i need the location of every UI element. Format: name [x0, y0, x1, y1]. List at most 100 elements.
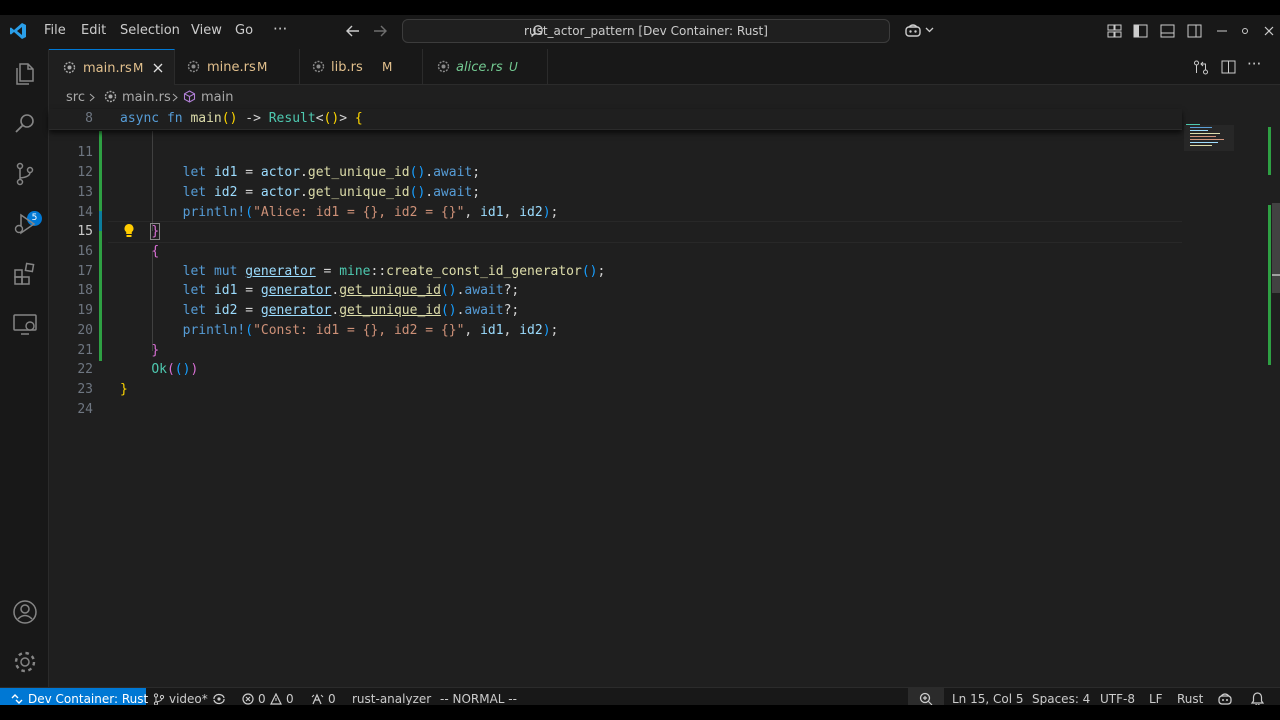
code-line: } [151, 343, 160, 358]
rust-file-icon [104, 90, 117, 103]
warning-icon[interactable] [270, 693, 282, 705]
tab-lib-rs[interactable]: lib.rs M [300, 49, 423, 84]
ports-icon[interactable] [311, 693, 324, 705]
zoom-indicator[interactable] [908, 688, 944, 705]
code-line: let id2 = actor.get_unique_id().await; [182, 185, 481, 200]
toggle-secondary-sidebar-icon[interactable] [1187, 24, 1202, 38]
code-line: println!("Alice: id1 = {}, id2 = {}", id… [182, 205, 559, 220]
tab-alice-rs[interactable]: alice.rs U [423, 49, 548, 84]
code-line: let id1 = generator.get_unique_id().awai… [182, 283, 520, 298]
sticky-code-line: async fn main() -> Result<()> { [120, 111, 363, 126]
extensions-icon[interactable] [12, 261, 38, 287]
line-number: 8 [85, 111, 93, 126]
more-menu-icon[interactable]: ··· [273, 20, 287, 38]
run-debug-icon[interactable] [12, 211, 38, 237]
back-arrow-icon[interactable] [345, 24, 361, 38]
code-line: } [150, 223, 161, 240]
end-of-line[interactable]: LF [1149, 692, 1163, 705]
ports-count[interactable]: 0 [328, 692, 336, 705]
breadcrumb-file[interactable]: main.rs [122, 90, 171, 105]
branch-icon [153, 693, 165, 705]
code-line: { [151, 244, 160, 259]
gutter-added-marker [99, 231, 102, 361]
tab-mine-rs[interactable]: mine.rs M [175, 49, 300, 84]
activity-bar: 5 [0, 49, 49, 687]
warning-count[interactable]: 0 [286, 692, 294, 705]
modified-flag: M [133, 61, 144, 75]
line-number: 13 [77, 185, 93, 200]
error-icon[interactable] [242, 693, 254, 705]
chevron-down-icon[interactable] [925, 27, 934, 33]
split-editor-icon[interactable] [1221, 60, 1236, 74]
remote-icon [11, 694, 23, 704]
line-number: 14 [77, 205, 93, 220]
rust-file-icon [312, 60, 325, 73]
tab-main-rs[interactable]: main.rs M [49, 49, 175, 85]
minimap[interactable] [1184, 123, 1234, 153]
code-line: } [120, 382, 128, 397]
breadcrumb-folder[interactable]: src [66, 90, 85, 105]
settings-gear-icon[interactable] [12, 649, 38, 675]
explorer-icon[interactable] [12, 61, 38, 87]
code-line: Ok(()) [151, 362, 199, 377]
minimize-icon[interactable] [1217, 30, 1227, 32]
line-number: 21 [77, 343, 93, 358]
branch-label[interactable]: video* [169, 692, 208, 705]
indentation[interactable]: Spaces: 4 [1032, 692, 1090, 705]
copilot-status-icon[interactable] [1217, 692, 1233, 705]
tab-label: main.rs [83, 61, 132, 76]
gutter-overview-marker [1268, 205, 1271, 365]
error-count[interactable]: 0 [258, 692, 266, 705]
rust-file-icon [437, 60, 450, 73]
line-number: 18 [77, 283, 93, 298]
menu-edit[interactable]: Edit [81, 23, 106, 38]
line-number: 24 [77, 402, 93, 417]
menu-go[interactable]: Go [235, 23, 253, 38]
more-actions-icon[interactable]: ··· [1247, 55, 1261, 73]
scrollbar-thumb[interactable] [1272, 203, 1280, 293]
code-line: let id1 = actor.get_unique_id().await; [182, 165, 481, 180]
line-number: 22 [77, 362, 93, 377]
sync-icon[interactable] [212, 693, 226, 705]
editor-scrollbar[interactable] [1265, 109, 1280, 687]
modified-flag: M [382, 60, 393, 74]
command-center[interactable]: rust_actor_pattern [Dev Container: Rust] [402, 19, 890, 43]
code-line: let mut generator = mine::create_const_i… [182, 264, 606, 279]
toggle-primary-sidebar-icon[interactable] [1133, 24, 1148, 38]
chevron-right-icon [89, 93, 95, 102]
remote-explorer-icon[interactable] [12, 311, 38, 337]
menu-file[interactable]: File [44, 23, 66, 38]
title-bar: File Edit Selection View Go ··· rust_act… [0, 15, 1280, 49]
gutter-added-marker [99, 131, 102, 211]
toggle-panel-icon[interactable] [1160, 24, 1175, 38]
menu-view[interactable]: View [191, 23, 222, 38]
restore-icon[interactable] [1241, 27, 1249, 35]
breadcrumb-symbol[interactable]: main [201, 90, 233, 105]
close-icon[interactable] [153, 63, 163, 73]
editor-tabs: main.rs M mine.rs M lib.rs M alice.rs U … [49, 49, 1280, 85]
menu-selection[interactable]: Selection [120, 23, 180, 38]
open-changes-icon[interactable] [1193, 60, 1209, 75]
cursor-position[interactable]: Ln 15, Col 5 [952, 692, 1024, 705]
account-icon[interactable] [12, 599, 38, 625]
untracked-flag: U [509, 60, 518, 74]
line-number: 20 [77, 323, 93, 338]
search-icon[interactable] [12, 111, 38, 137]
customize-layout-icon[interactable] [1107, 24, 1122, 38]
chevron-right-icon [172, 93, 178, 102]
code-editor[interactable]: 8 async fn main() -> Result<()> { 11 12 … [49, 109, 1265, 687]
encoding[interactable]: UTF-8 [1100, 692, 1135, 705]
notifications-bell-icon[interactable] [1251, 692, 1264, 705]
language-mode[interactable]: Rust [1177, 692, 1203, 705]
vscode-window: File Edit Selection View Go ··· rust_act… [0, 15, 1280, 705]
close-window-icon[interactable] [1264, 26, 1274, 36]
tab-label: mine.rs [207, 60, 256, 75]
copilot-icon[interactable] [904, 23, 922, 38]
rust-analyzer-status[interactable]: rust-analyzer [352, 692, 431, 705]
forward-arrow-icon[interactable] [372, 24, 388, 38]
source-control-icon[interactable] [12, 161, 38, 187]
line-number: 23 [77, 382, 93, 397]
sticky-scroll: 8 async fn main() -> Result<()> { [49, 109, 1182, 130]
remote-indicator[interactable]: Dev Container: Rust [0, 688, 148, 705]
code-line: println!("Const: id1 = {}, id2 = {}", id… [182, 323, 559, 338]
